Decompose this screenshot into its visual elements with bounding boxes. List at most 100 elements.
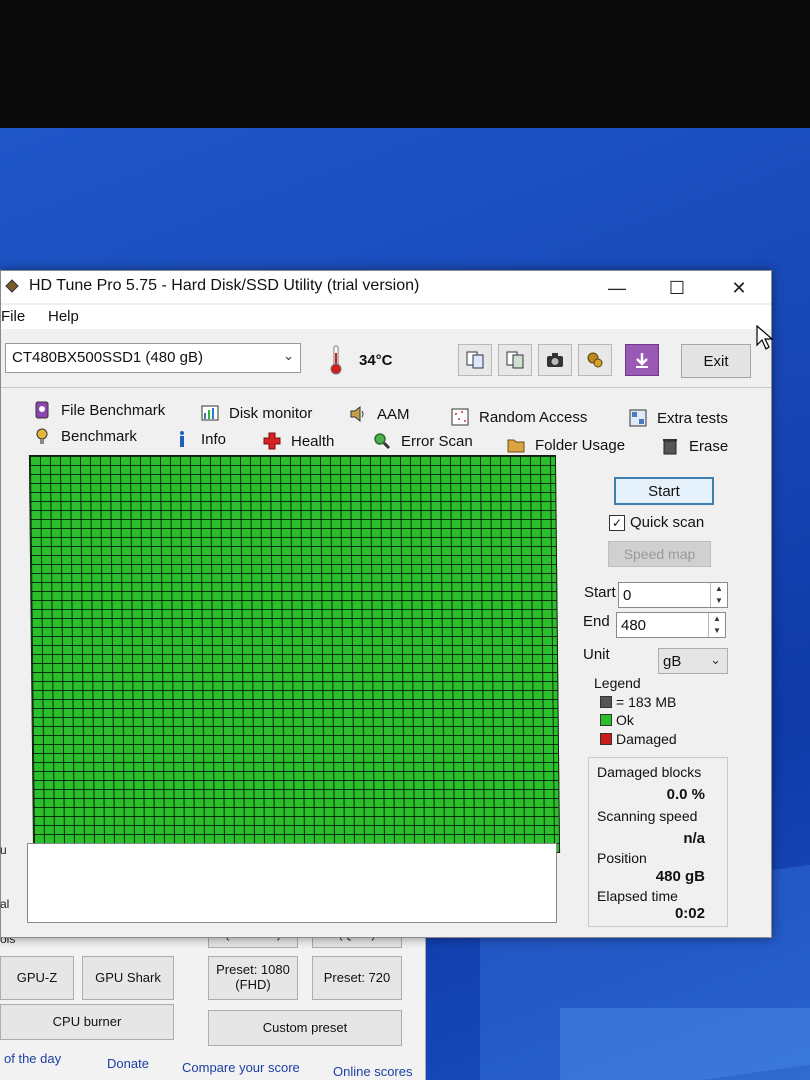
tab-extra-tests[interactable]: Extra tests — [629, 409, 728, 427]
health-cross-icon — [263, 432, 281, 450]
damaged-blocks-value: 0.0 % — [666, 786, 705, 803]
drive-name: CT480BX500SSD1 (480 gB) — [12, 349, 203, 366]
damaged-blocks-label: Damaged blocks — [597, 764, 702, 780]
file-benchmark-icon — [35, 401, 49, 419]
tab-aam[interactable]: AAM — [349, 405, 410, 423]
tab-label: AAM — [377, 405, 410, 423]
options-icon[interactable] — [578, 344, 612, 376]
start-button[interactable]: Start — [614, 477, 714, 505]
tab-label: Extra tests — [657, 409, 728, 427]
close-icon[interactable]: ✕ — [719, 275, 759, 301]
elapsed-time-label: Elapsed time — [597, 888, 678, 904]
tab-label: Info — [201, 430, 227, 448]
gpu-z-button[interactable]: GPU-Z — [0, 956, 74, 1000]
temperature-value: 34°C — [359, 352, 393, 369]
chevron-down-icon: ⌄ — [710, 652, 721, 667]
menu-bar: File Help — [1, 305, 771, 329]
tab-label: Erase — [689, 437, 729, 455]
tab-label: Disk monitor — [229, 404, 313, 422]
window-title: HD Tune Pro 5.75 - Hard Disk/SSD Utility… — [29, 277, 420, 294]
title-bar[interactable]: HD Tune Pro 5.75 - Hard Disk/SSD Utility… — [1, 271, 771, 303]
menu-file[interactable]: File — [1, 308, 25, 325]
compare-score-link[interactable]: Compare your score — [182, 1060, 300, 1075]
tab-label: Error Scan — [401, 432, 473, 450]
spin-arrows-icon[interactable]: ▲ ▼ — [708, 613, 725, 637]
benchmark-icon — [36, 428, 48, 444]
elapsed-time-value: 0:02 — [674, 905, 705, 922]
unit-value: gB — [663, 653, 682, 670]
chevron-down-icon: ⌄ — [283, 348, 294, 363]
end-field-label: End — [583, 613, 610, 630]
block-swatch — [600, 696, 612, 708]
unit-label: Unit — [583, 646, 610, 663]
legend-damaged: Damaged — [600, 731, 677, 747]
speed-map-button: Speed map — [608, 541, 711, 567]
spin-arrows-icon[interactable]: ▲ ▼ — [710, 583, 727, 607]
tab-file-benchmark[interactable]: File Benchmark — [33, 401, 165, 419]
scan-log-box — [27, 843, 557, 923]
unit-select[interactable]: gB ⌄ — [658, 648, 728, 674]
bg-side-label: u — [0, 843, 7, 857]
scanning-speed-label: Scanning speed — [597, 808, 698, 824]
maximize-icon[interactable]: ☐ — [657, 275, 697, 301]
gpu-shark-button[interactable]: GPU Shark — [82, 956, 174, 1000]
ok-swatch — [600, 714, 612, 726]
end-spinbox[interactable]: 480 ▲ ▼ — [616, 612, 726, 638]
tab-random-access[interactable]: Random Access — [451, 408, 587, 426]
quick-scan-label: Quick scan — [630, 514, 705, 531]
copy-text-icon[interactable] — [498, 344, 532, 376]
folder-icon — [507, 439, 525, 453]
custom-preset-button[interactable]: Custom preset — [208, 1010, 402, 1046]
copy-info-icon[interactable] — [458, 344, 492, 376]
tab-health[interactable]: Health — [263, 432, 334, 450]
start-field-label: Start — [584, 584, 616, 601]
desktop-light-pane — [560, 1008, 810, 1080]
legend-ok: Ok — [600, 712, 634, 728]
start-value: 0 — [623, 587, 632, 604]
download-icon[interactable] — [625, 344, 659, 376]
quick-scan-checkbox[interactable]: ✓ Quick scan — [609, 514, 704, 531]
tab-folder-usage[interactable]: Folder Usage — [507, 436, 625, 454]
bg-side-label: al — [0, 897, 10, 911]
tab-benchmark[interactable]: Benchmark — [33, 427, 137, 445]
donate-link[interactable]: Donate — [107, 1056, 149, 1071]
legend-title: Legend — [594, 675, 641, 691]
online-scores-link[interactable]: Online scores — [333, 1064, 412, 1079]
preset-720-button[interactable]: Preset: 720 — [312, 956, 402, 1000]
minimize-icon[interactable]: — — [597, 275, 637, 301]
tab-label: Folder Usage — [535, 436, 626, 454]
checkbox-checked-icon: ✓ — [609, 514, 625, 531]
toolbar-divider — [1, 387, 771, 388]
menu-help[interactable]: Help — [48, 308, 79, 325]
legend-block-size-label: = 183 MB — [616, 694, 677, 710]
scanning-speed-value: n/a — [683, 830, 705, 847]
preset-1080-button[interactable]: Preset: 1080 (FHD) — [208, 956, 298, 1000]
app-icon — [5, 279, 19, 293]
drive-select[interactable]: CT480BX500SSD1 (480 gB) ⌄ — [5, 343, 301, 373]
position-label: Position — [597, 850, 647, 866]
of-the-day-link[interactable]: of the day — [4, 1051, 61, 1066]
tab-info[interactable]: Info — [173, 430, 226, 448]
legend-block-size: = 183 MB — [600, 694, 676, 710]
mouse-cursor-icon — [756, 325, 774, 350]
tab-label: Health — [291, 432, 335, 450]
disk-monitor-icon — [201, 405, 219, 421]
tab-error-scan[interactable]: Error Scan — [373, 432, 473, 450]
end-value: 480 — [621, 617, 647, 634]
cpu-burner-button[interactable]: CPU burner — [0, 1004, 174, 1040]
trash-icon — [663, 439, 677, 455]
legend-ok-label: Ok — [616, 712, 634, 728]
tab-label: Random Access — [479, 408, 588, 426]
damaged-swatch — [600, 733, 612, 745]
tab-label: Benchmark — [61, 427, 137, 445]
extra-tests-icon — [629, 409, 647, 427]
start-spinbox[interactable]: 0 ▲ ▼ — [618, 582, 728, 608]
thermometer-icon — [330, 345, 342, 375]
position-value: 480 gB — [655, 868, 705, 885]
tab-disk-monitor[interactable]: Disk monitor — [201, 404, 312, 422]
legend-damaged-label: Damaged — [616, 731, 677, 747]
exit-button[interactable]: Exit — [681, 344, 751, 378]
tab-erase[interactable]: Erase — [661, 437, 728, 455]
screenshot-icon[interactable] — [538, 344, 572, 376]
tab-label: File Benchmark — [61, 401, 166, 419]
